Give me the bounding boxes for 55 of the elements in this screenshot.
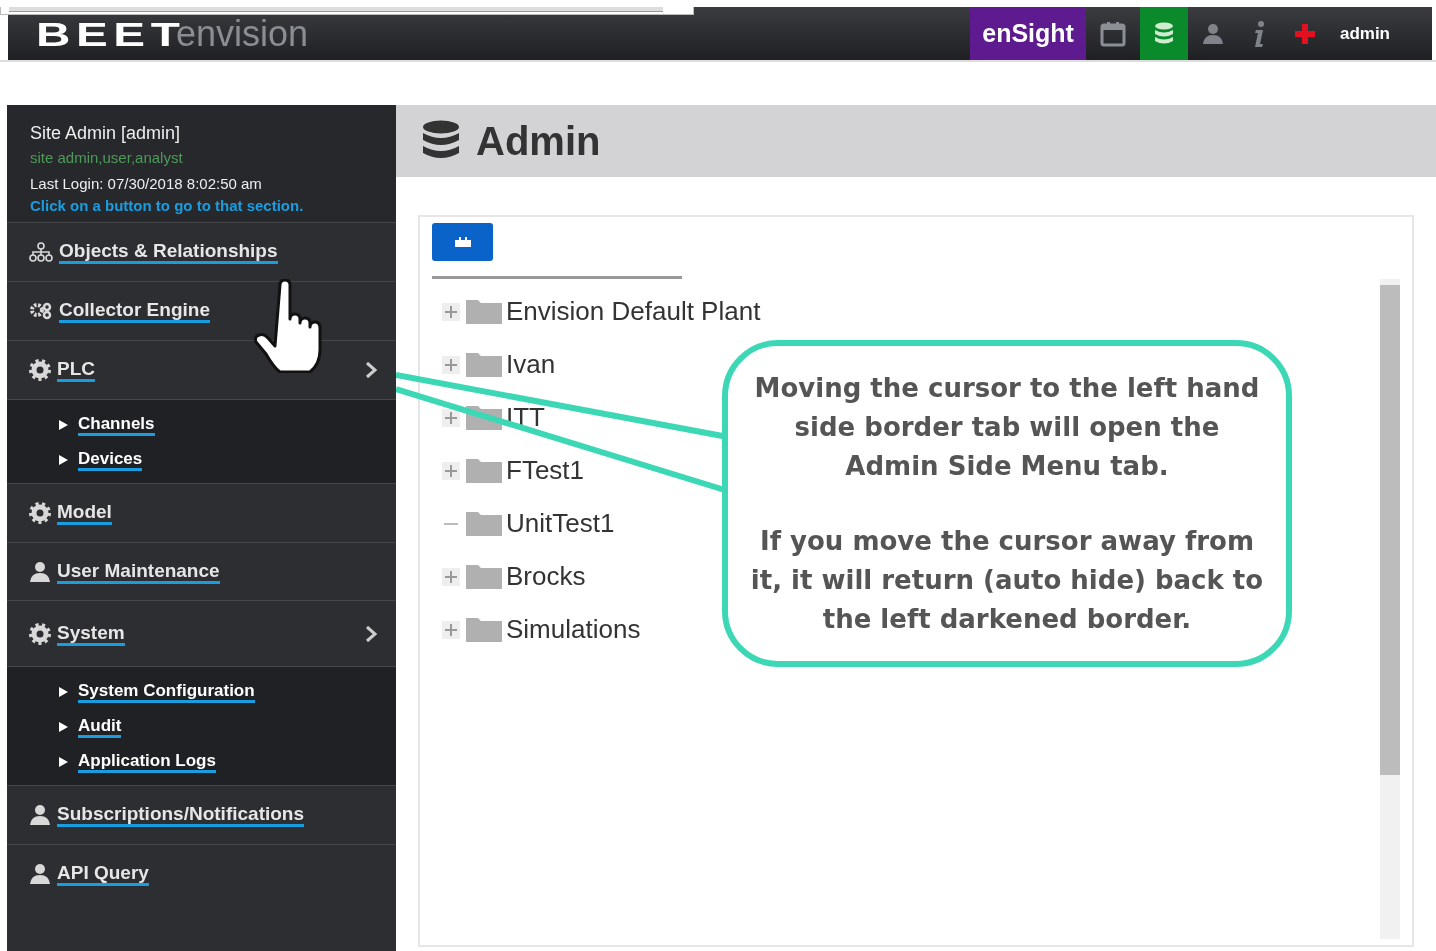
tree-node[interactable]: Ivan: [506, 349, 556, 380]
callout-text: If you move the cursor away from it, it will return (auto hide) back to the left darkened border.: [749, 524, 1265, 636]
gears-icon: [29, 302, 53, 320]
hierarchy-icon: [29, 242, 53, 262]
submenu-item[interactable]: Devices: [78, 449, 143, 471]
folder-icon: [466, 458, 502, 483]
bullet-icon: [59, 455, 68, 465]
gear-icon: [29, 502, 51, 524]
submenu-item[interactable]: Audit: [78, 716, 122, 738]
submenu-item[interactable]: System Configuration: [78, 681, 255, 703]
callout-text: Moving the cursor to the left hand side border tab will open the Admin Side Menu tab.: [753, 371, 1261, 483]
folder-icon: [466, 299, 502, 324]
sidebar-item[interactable]: User Maintenance: [7, 542, 396, 600]
folder-icon: [466, 617, 502, 642]
sidebar-item[interactable]: Subscriptions/Notifications: [7, 785, 396, 844]
folder-icon: [466, 564, 502, 589]
last-login: Last Login: 07/30/2018 8:02:50 am: [30, 175, 263, 192]
sidebar-item[interactable]: API Query: [7, 844, 396, 903]
plug-icon: [454, 237, 471, 247]
database-icon: [1153, 21, 1174, 46]
folder-icon: [466, 352, 502, 377]
gear-icon: [29, 359, 51, 381]
submenu-item[interactable]: Application Logs: [78, 751, 216, 773]
chevron-icon: [364, 360, 378, 380]
tree-node[interactable]: Envision Default Plant: [506, 296, 761, 327]
tree-node[interactable]: Brocks: [506, 561, 586, 592]
bullet-icon: [59, 722, 68, 732]
user-roles: site admin,user,analyst: [30, 149, 184, 166]
user-menu-button[interactable]: admin: [1329, 7, 1432, 60]
bullet-icon: [59, 757, 68, 767]
bullet-icon: [59, 420, 68, 430]
calendar-icon: [1099, 20, 1126, 47]
user-icon: [29, 561, 51, 582]
submenu-item[interactable]: Channels: [78, 414, 155, 436]
tree-node[interactable]: FTest1: [506, 455, 585, 486]
scrollbar-thumb[interactable]: [1380, 285, 1400, 775]
bullet-icon: [59, 687, 68, 697]
hint-text: Click on a button to go to that section.: [30, 197, 305, 214]
user-icon: [29, 805, 51, 825]
user-icon: [29, 864, 51, 884]
page-title: Admin: [476, 118, 601, 164]
database-button[interactable]: [1139, 7, 1188, 60]
folder-icon: [466, 511, 502, 536]
toolbar-button[interactable]: [432, 223, 493, 261]
plus-icon: [1293, 22, 1316, 45]
chevron-icon: [364, 623, 378, 644]
sidebar-item[interactable]: Model: [7, 483, 396, 542]
gear-icon: [29, 622, 51, 645]
sidebar-item[interactable]: Objects & Relationships: [7, 222, 396, 281]
scrollbar[interactable]: [1380, 279, 1400, 939]
user-name: Site Admin [admin]: [30, 123, 182, 144]
tree-node[interactable]: UnitTest1: [506, 508, 615, 539]
brand-button[interactable]: enSight: [970, 7, 1086, 60]
tree-node[interactable]: Simulations: [506, 614, 641, 645]
user-icon: [1201, 22, 1224, 45]
